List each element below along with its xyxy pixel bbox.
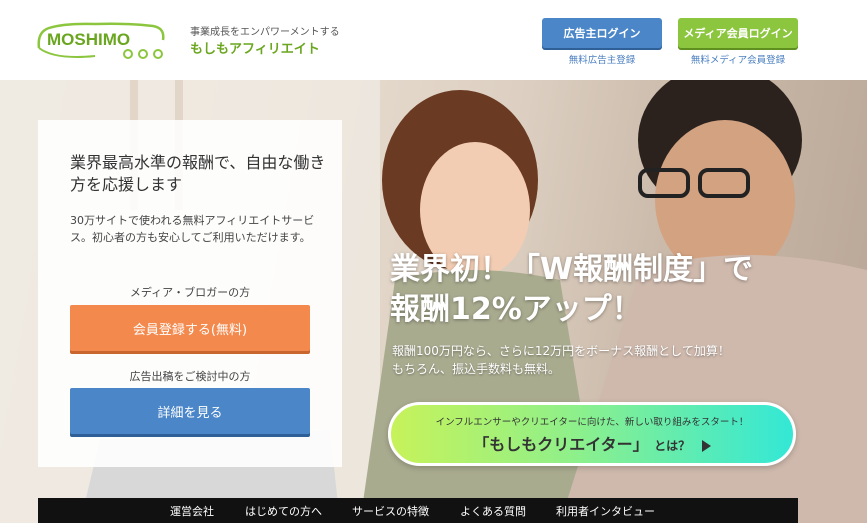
creator-banner-small-text: インフルエンサーやクリエイターに向けた、新しい取り組みをスタート！ [435,417,749,428]
media-blogger-label: メディア・ブロガーの方 [129,286,251,299]
site-header: MOSHIMO 事業成長をエンパワーメントする もしもアフィリエイト 広告主ログ… [0,0,867,80]
tagline-main: もしもアフィリエイト [190,42,320,57]
creator-banner-main: 「もしもクリエイター」 とは？ [391,431,793,455]
creator-banner-main-text: 「もしもクリエイター」 [473,435,649,454]
tagline-small: 事業成長をエンパワーメントする [190,27,340,38]
promo-title-line2: 報酬12%アップ！ [390,292,642,327]
panel-title: 業界最高水準の報酬で、自由な働き方を応援します [70,153,326,194]
panel-description: 30万サイトで使われる無料アフィリエイトサービス。初心者の方も安心してご利用いた… [70,214,315,244]
nav-item-interview[interactable]: 利用者インタビュー [556,503,655,519]
creator-banner-suffix: とは？ [654,439,691,453]
advertiser-label: 広告出稿をご検討中の方 [129,370,251,383]
nav-item-faq[interactable]: よくある質問 [460,503,556,519]
advertiser-register-link[interactable]: 無料広告主登録 [542,52,662,66]
promo-sub-line2: もちろん、振込手数料も無料。 [392,362,561,376]
moshimo-logo[interactable]: MOSHIMO [35,18,170,64]
promo-sub-line1: 報酬100万円なら、さらに12万円をボーナス報酬として加算！ [392,344,730,358]
nav-item-company[interactable]: 運営会社 [170,503,245,519]
intro-panel: 業界最高水準の報酬で、自由な働き方を応援します 30万サイトで使われる無料アフィ… [38,120,342,467]
nav-item-features[interactable]: サービスの特徴 [352,503,460,519]
footer-nav: 運営会社 はじめての方へ サービスの特徴 よくある質問 利用者インタビュー [38,498,798,523]
logo-text: MOSHIMO [47,30,130,49]
member-register-button[interactable]: 会員登録する(無料) [70,305,310,351]
detail-button[interactable]: 詳細を見る [70,388,310,434]
promo-title-line1: 業界初！「W報酬制度」で [390,252,754,287]
media-register-link[interactable]: 無料メディア会員登録 [678,52,798,66]
media-login-button[interactable]: メディア会員ログイン [678,18,798,48]
play-icon [701,439,711,452]
promo-subtext: 報酬100万円なら、さらに12万円をボーナス報酬として加算！ もちろん、振込手数… [392,342,730,378]
promo-title: 業界初！「W報酬制度」で 報酬12%アップ！ [390,250,753,330]
hero-section: 業界最高水準の報酬で、自由な働き方を応援します 30万サイトで使われる無料アフィ… [0,80,867,523]
creator-banner-button[interactable]: インフルエンサーやクリエイターに向けた、新しい取り組みをスタート！ 「もしもクリ… [388,402,796,466]
advertiser-login-button[interactable]: 広告主ログイン [542,18,662,48]
nav-item-beginners[interactable]: はじめての方へ [245,503,352,519]
